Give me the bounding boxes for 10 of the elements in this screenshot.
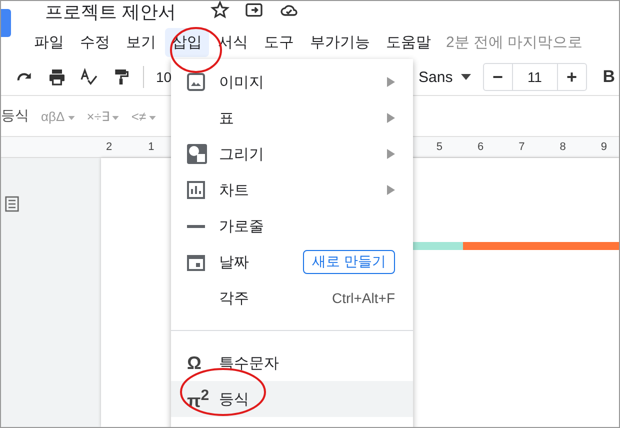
ruler-number: 5 xyxy=(436,141,442,153)
ruler-number: 7 xyxy=(518,141,525,153)
ruler-number: 9 xyxy=(600,141,607,153)
shortcut-text: Ctrl+Alt+F xyxy=(332,290,395,306)
symbol-icon: Ω xyxy=(187,352,202,374)
equation-label: 등식 xyxy=(1,107,29,125)
ruler-number: 6 xyxy=(478,141,484,153)
ruler-number: 2 xyxy=(106,141,112,153)
ruler-number: 1 xyxy=(148,141,154,153)
ruler-number: 8 xyxy=(560,141,566,153)
